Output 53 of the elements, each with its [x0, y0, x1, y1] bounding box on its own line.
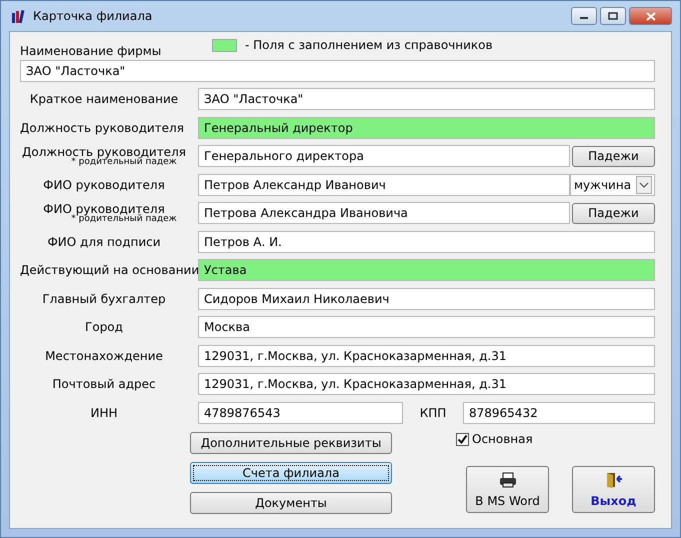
input-field[interactable]: Москва [198, 316, 655, 338]
action-button[interactable]: Счета филиала [190, 462, 392, 484]
books-icon [11, 8, 27, 24]
field-note: * родительный падеж [70, 214, 177, 224]
field-label: Должность руководителя [22, 146, 186, 158]
action-button[interactable]: Дополнительные реквизиты [190, 432, 392, 454]
input-field[interactable]: Генеральный директор [198, 116, 655, 139]
input-field[interactable]: Петрова Александра Ивановича [198, 202, 570, 224]
legend-swatch [212, 38, 237, 52]
input-field[interactable]: Генерального директора [198, 145, 570, 168]
checkbox[interactable] [456, 432, 469, 446]
exit-button[interactable]: Выход [572, 466, 655, 513]
input-field[interactable]: Петров А. И. [198, 230, 655, 253]
input-field[interactable]: 129031, г.Москва, ул. Красноказарменная, д.31 [198, 344, 655, 367]
field-label: ФИО для подписи [47, 236, 161, 248]
close-icon [646, 12, 656, 20]
action-button[interactable]: Документы [190, 492, 392, 514]
gender-dropdown[interactable]: мужчина [570, 174, 655, 196]
input-field[interactable]: Петров Александр Иванович [198, 174, 570, 196]
input-field[interactable]: Устава [198, 259, 655, 282]
input-field[interactable]: ЗАО "Ласточка" [20, 60, 655, 82]
field-label: ИНН [90, 406, 118, 419]
main-checkbox[interactable]: Основная [456, 432, 533, 446]
legend-text: - Поля с заполнением из справочников [245, 38, 493, 52]
field-label: Действующий на основании [20, 264, 200, 276]
cases-button[interactable]: Падежи [572, 202, 655, 224]
cases-button[interactable]: Падежи [572, 146, 655, 167]
input-field[interactable]: ЗАО "Ласточка" [198, 88, 655, 110]
maximize-icon [608, 12, 618, 20]
close-button[interactable] [629, 7, 672, 25]
input-field[interactable]: 4789876543 [198, 402, 403, 424]
field-label: Почтовый адрес [52, 378, 156, 390]
field-label: ФИО руководителя [43, 178, 165, 191]
minimize-button[interactable] [571, 7, 597, 25]
input-field[interactable]: 878965432 [463, 402, 655, 424]
maximize-button[interactable] [600, 7, 626, 25]
field-label: Должность руководителя [20, 122, 184, 134]
input-field[interactable]: 129031, г.Москва, ул. Красноказарменная, д.31 [198, 373, 655, 396]
field-label: Краткое наименование [30, 93, 178, 106]
field-label: Город [85, 321, 123, 334]
field-label: Местонахождение [45, 350, 163, 362]
field-label: ФИО руководителя [43, 202, 165, 215]
chevron-down-icon [636, 176, 652, 194]
window-title: Карточка филиала [33, 9, 152, 23]
checkbox-label: Основная [472, 432, 533, 446]
field-note: * родительный падеж [71, 158, 177, 167]
field-label: Главный бухгалтер [42, 292, 166, 305]
input-field[interactable]: Сидоров Михаил Николаевич [198, 288, 655, 310]
word-button[interactable]: В MS Word [466, 466, 549, 513]
checkmark-icon [457, 434, 468, 444]
door-exit-icon [604, 472, 622, 488]
printer-icon [498, 472, 516, 488]
field-label: КПП [418, 406, 448, 420]
